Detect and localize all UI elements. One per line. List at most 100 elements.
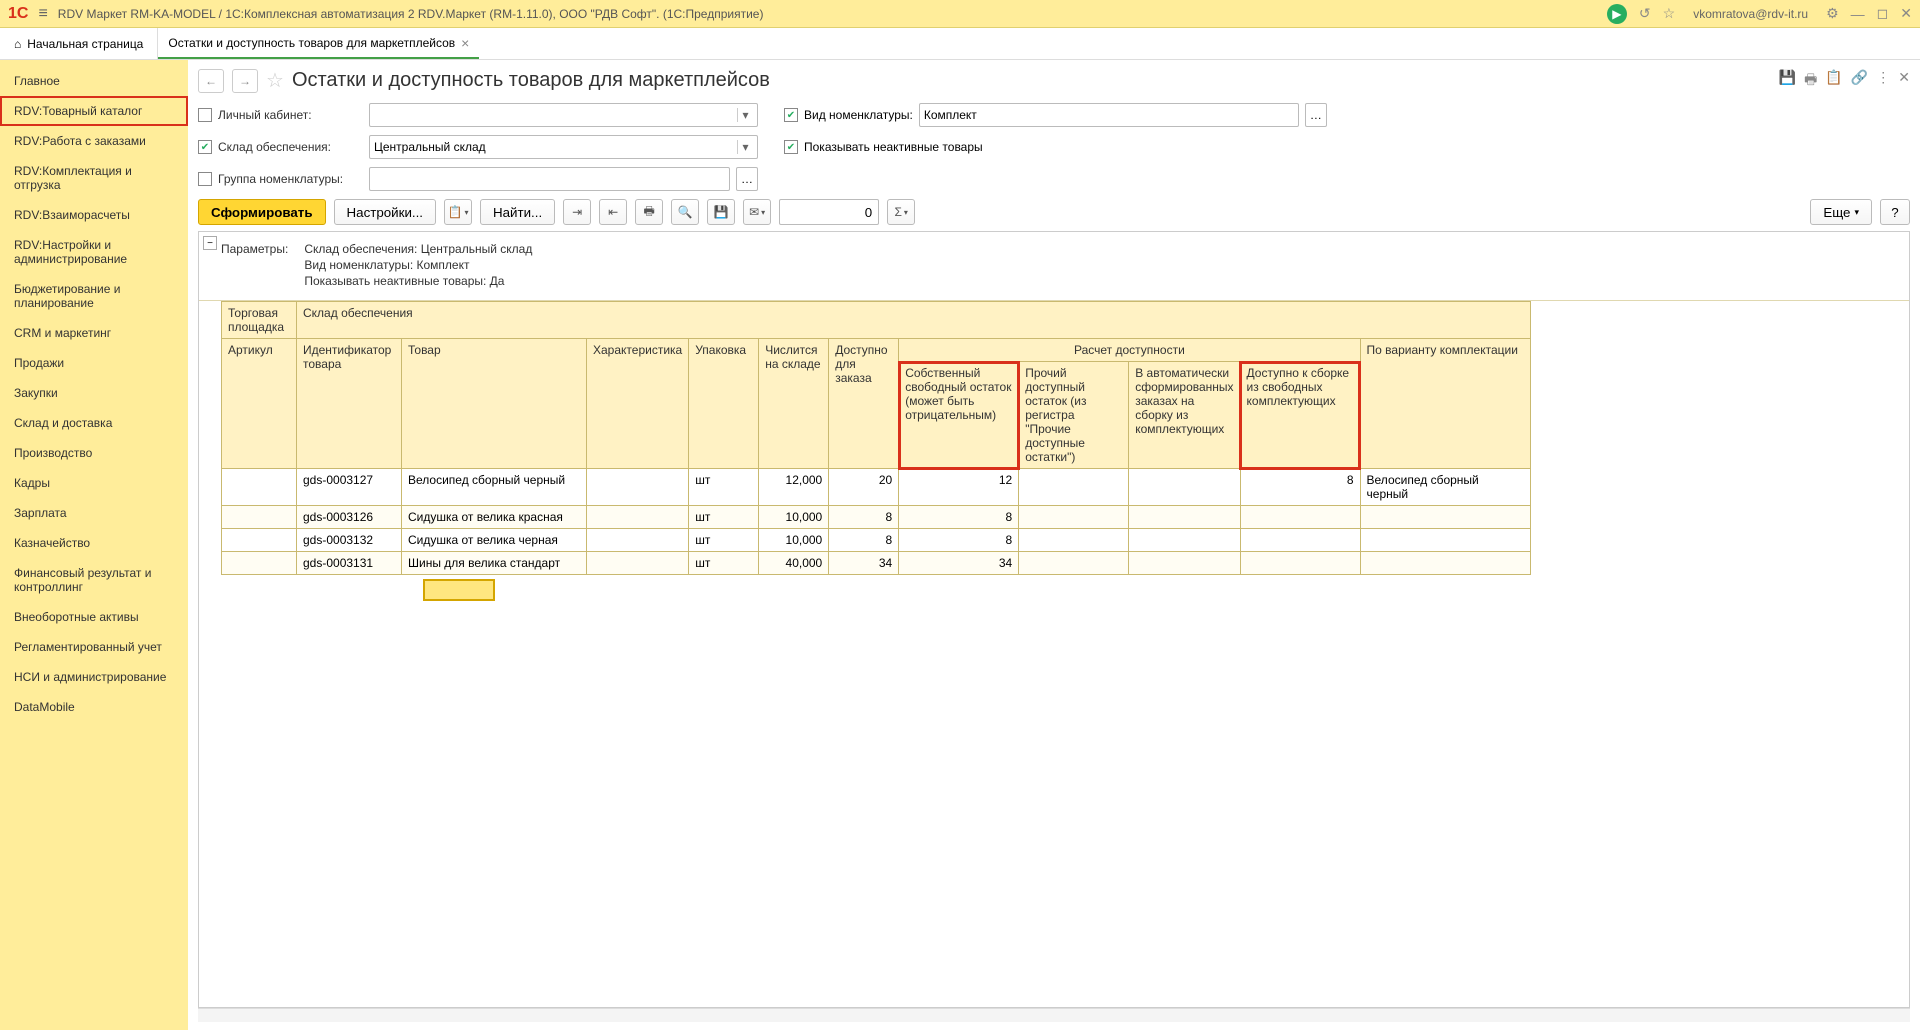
copy-icon[interactable]: 📋 xyxy=(1825,69,1842,93)
sidebar-item-finresult[interactable]: Финансовый результат и контроллинг xyxy=(0,558,188,602)
settings-button[interactable]: Настройки... xyxy=(334,199,436,225)
sidebar-item-purchases[interactable]: Закупки xyxy=(0,378,188,408)
sidebar-item-main[interactable]: Главное xyxy=(0,66,188,96)
star-icon[interactable]: ☆ xyxy=(1663,5,1676,22)
nomen-group-checkbox[interactable] xyxy=(198,172,212,186)
col-byvariant: По варианту комплектации xyxy=(1360,339,1530,469)
nomen-type-input[interactable]: Комплект xyxy=(919,103,1299,127)
titlebar: 1C ≡ RDV Маркет RM-KA-MODEL / 1С:Комплек… xyxy=(0,0,1920,28)
nomen-group-input[interactable] xyxy=(369,167,730,191)
tab-close-icon[interactable]: × xyxy=(461,35,469,51)
col-available: Доступно для заказа xyxy=(829,339,899,469)
col-in-auto: В автоматически сформированных заказах н… xyxy=(1129,362,1240,469)
tab-active-label: Остатки и доступность товаров для маркет… xyxy=(168,36,455,50)
print-page-icon[interactable]: 🖶 xyxy=(1804,69,1817,93)
nav-forward-button[interactable]: → xyxy=(232,69,258,93)
personal-cabinet-input[interactable]: ▾ xyxy=(369,103,758,127)
table-row[interactable]: gds-0003126Сидушка от велика краснаяшт10… xyxy=(222,506,1531,529)
params-label: Параметры: xyxy=(221,242,301,256)
sidebar-item-settlements[interactable]: RDV:Взаиморасчеты xyxy=(0,200,188,230)
personal-cabinet-label: Личный кабинет: xyxy=(218,108,363,122)
table-row[interactable]: gds-0003132Сидушка от велика чернаяшт10,… xyxy=(222,529,1531,552)
favorite-star-icon[interactable]: ☆ xyxy=(266,68,284,93)
chevron-down-icon[interactable]: ▾ xyxy=(737,108,753,122)
link-icon[interactable]: 🔗 xyxy=(1851,69,1868,93)
sidebar-item-hr[interactable]: Кадры xyxy=(0,468,188,498)
save-icon[interactable]: 💾 xyxy=(1779,69,1796,93)
print-button[interactable]: 🖶 xyxy=(635,199,663,225)
minimize-icon[interactable]: — xyxy=(1851,6,1865,22)
sidebar-item-salary[interactable]: Зарплата xyxy=(0,498,188,528)
play-icon[interactable]: ▶ xyxy=(1607,4,1627,24)
kebab-icon[interactable]: ⋮ xyxy=(1876,69,1890,93)
col-warehouse: Склад обеспечения xyxy=(297,302,1531,339)
nav-back-button[interactable]: ← xyxy=(198,69,224,93)
col-other-avail: Прочий доступный остаток (из регистра "П… xyxy=(1019,362,1129,469)
personal-cabinet-checkbox[interactable] xyxy=(198,108,212,122)
generate-button[interactable]: Сформировать xyxy=(198,199,326,225)
params-line-1: Вид номенклатуры: Комплект xyxy=(304,258,469,272)
sidebar-item-sales[interactable]: Продажи xyxy=(0,348,188,378)
sidebar-item-regaccount[interactable]: Регламентированный учет xyxy=(0,632,188,662)
tab-active[interactable]: Остатки и доступность товаров для маркет… xyxy=(158,28,479,59)
nomen-type-checkbox[interactable]: ✔ xyxy=(784,108,798,122)
more-button[interactable]: Еще ▾ xyxy=(1810,199,1872,225)
show-inactive-checkbox[interactable]: ✔ xyxy=(784,140,798,154)
col-characteristic: Характеристика xyxy=(587,339,689,469)
sidebar-item-datamobile[interactable]: DataMobile xyxy=(0,692,188,722)
page-title: Остатки и доступность товаров для маркет… xyxy=(292,69,1771,92)
close-page-icon[interactable]: ✕ xyxy=(1898,69,1910,93)
paste-button[interactable]: 📋▾ xyxy=(444,199,472,225)
sidebar-item-nsi[interactable]: НСИ и администрирование xyxy=(0,662,188,692)
sidebar-item-orders[interactable]: RDV:Работа с заказами xyxy=(0,126,188,156)
selected-cell[interactable] xyxy=(425,581,493,599)
warehouse-input[interactable]: Центральный склад▾ xyxy=(369,135,758,159)
report-area: − Параметры: Склад обеспечения: Централь… xyxy=(198,231,1910,1008)
preview-button[interactable]: 🔍 xyxy=(671,199,699,225)
table-row[interactable]: gds-0003131Шины для велика стандартшт40,… xyxy=(222,552,1531,575)
nomen-group-select-button[interactable]: … xyxy=(736,167,758,191)
sum-button[interactable]: Σ▾ xyxy=(887,199,915,225)
sidebar-item-budget[interactable]: Бюджетирование и планирование xyxy=(0,274,188,318)
settings-lines-icon[interactable]: ⚙ xyxy=(1826,5,1839,22)
home-icon: ⌂ xyxy=(14,37,21,51)
col-instock: Числится на складе xyxy=(759,339,829,469)
mail-button[interactable]: ✉▾ xyxy=(743,199,771,225)
warehouse-checkbox[interactable]: ✔ xyxy=(198,140,212,154)
collapse-all-button[interactable]: ⇤ xyxy=(599,199,627,225)
maximize-icon[interactable]: ◻ xyxy=(1877,5,1889,22)
warehouse-label: Склад обеспечения: xyxy=(218,140,363,154)
col-product-id: Идентификатор товара xyxy=(297,339,402,469)
nomen-group-label: Группа номенклатуры: xyxy=(218,172,363,186)
col-marketplace: Торговая площадка xyxy=(222,302,297,339)
report-grid[interactable]: Торговая площадка Склад обеспечения Арти… xyxy=(221,301,1531,575)
find-button[interactable]: Найти... xyxy=(480,199,555,225)
sidebar-item-admin[interactable]: RDV:Настройки и администрирование xyxy=(0,230,188,274)
collapse-toggle-icon[interactable]: − xyxy=(203,236,217,250)
sidebar-item-treasury[interactable]: Казначейство xyxy=(0,528,188,558)
user-label[interactable]: vkomratova@rdv-it.ru xyxy=(1687,7,1814,21)
chevron-down-icon[interactable]: ▾ xyxy=(737,140,753,154)
col-own-free: Собственный свободный остаток (может быт… xyxy=(899,362,1019,469)
tabs-bar: ⌂ Начальная страница Остатки и доступнос… xyxy=(0,28,1920,60)
horizontal-scrollbar[interactable] xyxy=(198,1008,1910,1022)
sidebar-item-production[interactable]: Производство xyxy=(0,438,188,468)
nomen-type-label: Вид номенклатуры: xyxy=(804,108,913,122)
save-disk-button[interactable]: 💾 xyxy=(707,199,735,225)
history-icon[interactable]: ↺ xyxy=(1639,5,1651,22)
sidebar-item-crm[interactable]: CRM и маркетинг xyxy=(0,318,188,348)
sidebar-item-warehouse[interactable]: Склад и доставка xyxy=(0,408,188,438)
table-row[interactable]: gds-0003127Велосипед сборный черныйшт12,… xyxy=(222,469,1531,506)
col-availability-group: Расчет доступности xyxy=(899,339,1360,362)
params-band: Параметры: Склад обеспечения: Центральны… xyxy=(199,232,1909,301)
nomen-type-select-button[interactable]: … xyxy=(1305,103,1327,127)
main-menu-icon[interactable]: ≡ xyxy=(38,5,47,23)
expand-all-button[interactable]: ⇥ xyxy=(563,199,591,225)
sidebar-item-assets[interactable]: Внеоборотные активы xyxy=(0,602,188,632)
sidebar-item-picking[interactable]: RDV:Комплектация и отгрузка xyxy=(0,156,188,200)
close-window-icon[interactable]: ✕ xyxy=(1900,5,1912,22)
tab-home[interactable]: ⌂ Начальная страница xyxy=(0,28,158,59)
help-button[interactable]: ? xyxy=(1880,199,1910,225)
number-input[interactable] xyxy=(779,199,879,225)
sidebar-item-catalog[interactable]: RDV:Товарный каталог xyxy=(0,96,188,126)
